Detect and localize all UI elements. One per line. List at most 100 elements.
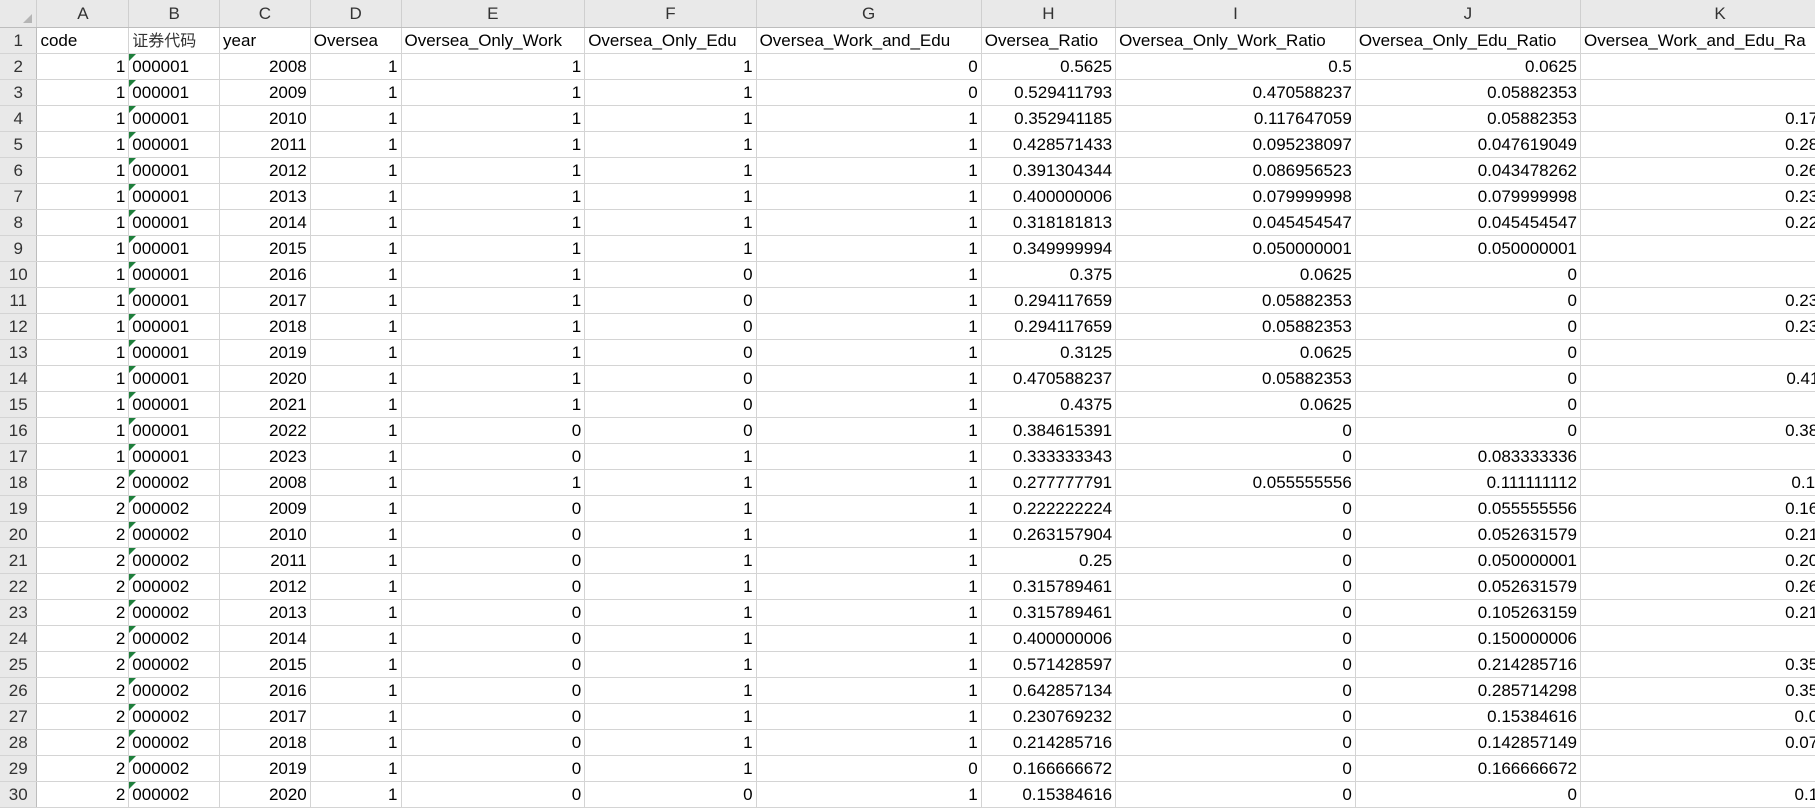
cell-f1[interactable]: Oversea_Only_Edu xyxy=(584,27,757,54)
cell-k1[interactable]: Oversea_Work_and_Edu_Ra xyxy=(1580,27,1815,54)
cell-e9[interactable]: 1 xyxy=(401,235,586,262)
cell-g17[interactable]: 1 xyxy=(756,443,982,470)
cell-d3[interactable]: 1 xyxy=(310,79,402,106)
select-all-corner[interactable] xyxy=(0,0,38,28)
cell-g29[interactable]: 0 xyxy=(756,755,982,782)
cell-g8[interactable]: 1 xyxy=(756,209,982,236)
row-header-13[interactable]: 13 xyxy=(0,339,38,366)
cell-f2[interactable]: 1 xyxy=(584,53,757,80)
cell-d23[interactable]: 1 xyxy=(310,599,402,626)
row-header-21[interactable]: 21 xyxy=(0,547,38,574)
cell-b1[interactable]: 证券代码 xyxy=(128,27,221,54)
cell-c27[interactable]: 2017 xyxy=(219,703,311,730)
cell-i29[interactable]: 0 xyxy=(1115,755,1356,782)
row-header-26[interactable]: 26 xyxy=(0,677,38,704)
cell-e27[interactable]: 0 xyxy=(401,703,586,730)
cell-k16[interactable]: 0.384615 xyxy=(1580,417,1815,444)
column-header-c[interactable]: C xyxy=(219,0,311,28)
cell-g26[interactable]: 1 xyxy=(756,677,982,704)
cell-g25[interactable]: 1 xyxy=(756,651,982,678)
cell-e22[interactable]: 0 xyxy=(401,573,586,600)
cell-i18[interactable]: 0.055555556 xyxy=(1115,469,1356,496)
cell-j20[interactable]: 0.052631579 xyxy=(1355,521,1582,548)
cell-b18[interactable]: 000002 xyxy=(128,469,221,496)
cell-f16[interactable]: 0 xyxy=(584,417,757,444)
cell-e19[interactable]: 0 xyxy=(401,495,586,522)
cell-i24[interactable]: 0 xyxy=(1115,625,1356,652)
column-header-j[interactable]: J xyxy=(1355,0,1582,28)
row-header-12[interactable]: 12 xyxy=(0,313,38,340)
cell-g23[interactable]: 1 xyxy=(756,599,982,626)
cell-h11[interactable]: 0.294117659 xyxy=(981,287,1117,314)
cell-c12[interactable]: 2018 xyxy=(219,313,311,340)
cell-e30[interactable]: 0 xyxy=(401,781,586,808)
cell-e5[interactable]: 1 xyxy=(401,131,586,158)
cell-h26[interactable]: 0.642857134 xyxy=(981,677,1117,704)
cell-j19[interactable]: 0.055555556 xyxy=(1355,495,1582,522)
cell-d13[interactable]: 1 xyxy=(310,339,402,366)
cell-h15[interactable]: 0.4375 xyxy=(981,391,1117,418)
cell-k13[interactable]: 0 xyxy=(1580,339,1815,366)
cell-d10[interactable]: 1 xyxy=(310,261,402,288)
cell-e29[interactable]: 0 xyxy=(401,755,586,782)
cell-i4[interactable]: 0.117647059 xyxy=(1115,105,1356,132)
cell-h22[interactable]: 0.315789461 xyxy=(981,573,1117,600)
cell-g19[interactable]: 1 xyxy=(756,495,982,522)
cell-e15[interactable]: 1 xyxy=(401,391,586,418)
cell-d30[interactable]: 1 xyxy=(310,781,402,808)
cell-a7[interactable]: 1 xyxy=(36,183,130,210)
cell-h7[interactable]: 0.400000006 xyxy=(981,183,1117,210)
cell-a23[interactable]: 2 xyxy=(36,599,130,626)
row-header-7[interactable]: 7 xyxy=(0,183,38,210)
cell-b29[interactable]: 000002 xyxy=(128,755,221,782)
cell-k5[interactable]: 0.285714 xyxy=(1580,131,1815,158)
cell-f11[interactable]: 0 xyxy=(584,287,757,314)
cell-h8[interactable]: 0.318181813 xyxy=(981,209,1117,236)
cell-f10[interactable]: 0 xyxy=(584,261,757,288)
cell-g30[interactable]: 1 xyxy=(756,781,982,808)
cell-d19[interactable]: 1 xyxy=(310,495,402,522)
cell-b26[interactable]: 000002 xyxy=(128,677,221,704)
cell-b2[interactable]: 000001 xyxy=(128,53,221,80)
cell-i10[interactable]: 0.0625 xyxy=(1115,261,1356,288)
cell-i23[interactable]: 0 xyxy=(1115,599,1356,626)
cell-a6[interactable]: 1 xyxy=(36,157,130,184)
cell-d27[interactable]: 1 xyxy=(310,703,402,730)
cell-g14[interactable]: 1 xyxy=(756,365,982,392)
cell-h23[interactable]: 0.315789461 xyxy=(981,599,1117,626)
cell-b3[interactable]: 000001 xyxy=(128,79,221,106)
cell-g10[interactable]: 1 xyxy=(756,261,982,288)
cell-c14[interactable]: 2020 xyxy=(219,365,311,392)
cell-e3[interactable]: 1 xyxy=(401,79,586,106)
cell-k12[interactable]: 0.235294 xyxy=(1580,313,1815,340)
cell-j6[interactable]: 0.043478262 xyxy=(1355,157,1582,184)
cell-h24[interactable]: 0.400000006 xyxy=(981,625,1117,652)
cell-e20[interactable]: 0 xyxy=(401,521,586,548)
cell-i16[interactable]: 0 xyxy=(1115,417,1356,444)
column-header-g[interactable]: G xyxy=(756,0,982,28)
column-header-k[interactable]: K xyxy=(1580,0,1815,28)
cell-a28[interactable]: 2 xyxy=(36,729,130,756)
cell-h3[interactable]: 0.529411793 xyxy=(981,79,1117,106)
cell-h1[interactable]: Oversea_Ratio xyxy=(981,27,1117,54)
row-header-18[interactable]: 18 xyxy=(0,469,38,496)
cell-d12[interactable]: 1 xyxy=(310,313,402,340)
cell-b16[interactable]: 000001 xyxy=(128,417,221,444)
cell-a9[interactable]: 1 xyxy=(36,235,130,262)
cell-k3[interactable] xyxy=(1580,79,1815,106)
cell-f12[interactable]: 0 xyxy=(584,313,757,340)
row-header-10[interactable]: 10 xyxy=(0,261,38,288)
cell-e10[interactable]: 1 xyxy=(401,261,586,288)
cell-b14[interactable]: 000001 xyxy=(128,365,221,392)
cell-g6[interactable]: 1 xyxy=(756,157,982,184)
cell-a2[interactable]: 1 xyxy=(36,53,130,80)
row-header-2[interactable]: 2 xyxy=(0,53,38,80)
cell-c17[interactable]: 2023 xyxy=(219,443,311,470)
cell-h28[interactable]: 0.214285716 xyxy=(981,729,1117,756)
cell-i22[interactable]: 0 xyxy=(1115,573,1356,600)
cell-b17[interactable]: 000001 xyxy=(128,443,221,470)
cell-b22[interactable]: 000002 xyxy=(128,573,221,600)
cell-c25[interactable]: 2015 xyxy=(219,651,311,678)
cell-g18[interactable]: 1 xyxy=(756,469,982,496)
cell-g28[interactable]: 1 xyxy=(756,729,982,756)
